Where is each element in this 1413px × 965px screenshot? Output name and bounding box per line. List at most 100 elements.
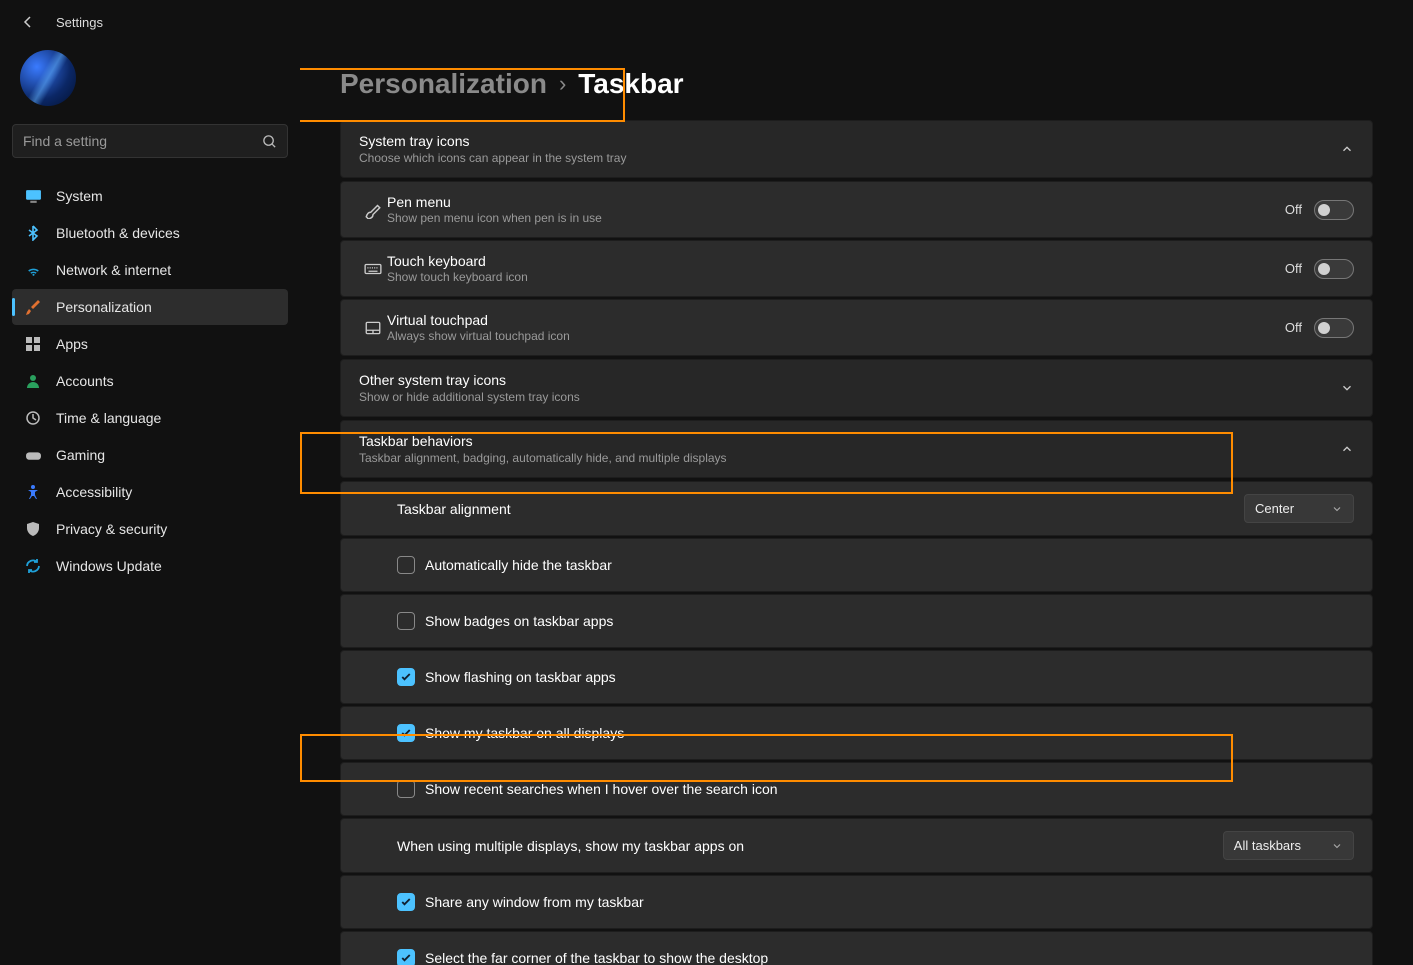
toggle-state-label: Off xyxy=(1285,261,1314,276)
alignment-dropdown[interactable]: Center xyxy=(1244,494,1354,523)
row-check: Show recent searches when I hover over t… xyxy=(340,762,1373,816)
sidebar-item-label: Privacy & security xyxy=(56,521,167,537)
setting-row: Touch keyboard Show touch keyboard icon … xyxy=(340,240,1373,297)
sidebar-item-label: System xyxy=(56,188,103,204)
toggle-switch[interactable] xyxy=(1314,259,1354,279)
chevron-down-icon xyxy=(1340,381,1354,395)
checkbox-label: Share any window from my taskbar xyxy=(415,894,1354,910)
section-subtitle: Choose which icons can appear in the sys… xyxy=(359,151,1340,165)
section-title: Other system tray icons xyxy=(359,372,1340,388)
monitor-icon xyxy=(24,187,42,205)
setting-subtitle: Show touch keyboard icon xyxy=(387,270,1285,284)
toggle-state-label: Off xyxy=(1285,202,1314,217)
sidebar-item-label: Gaming xyxy=(56,447,105,463)
sidebar-item-label: Personalization xyxy=(56,299,152,315)
section-subtitle: Taskbar alignment, badging, automaticall… xyxy=(359,451,1340,465)
sidebar-item-accessibility[interactable]: Accessibility xyxy=(12,474,288,510)
breadcrumb-parent[interactable]: Personalization xyxy=(340,68,547,100)
chevron-down-icon xyxy=(1331,840,1343,852)
setting-row: Virtual touchpad Always show virtual tou… xyxy=(340,299,1373,356)
main-content: Personalization › Taskbar System tray ic… xyxy=(300,44,1413,965)
toggle-state-label: Off xyxy=(1285,320,1314,335)
bluetooth-icon xyxy=(24,224,42,242)
checkbox[interactable] xyxy=(397,556,415,574)
accessibility-icon xyxy=(24,483,42,501)
checkbox-label: Select the far corner of the taskbar to … xyxy=(415,950,1354,965)
pen-icon xyxy=(359,201,387,219)
person-icon xyxy=(24,372,42,390)
sidebar-item-label: Time & language xyxy=(56,410,161,426)
section-title: Taskbar behaviors xyxy=(359,433,1340,449)
sidebar-item-system[interactable]: System xyxy=(12,178,288,214)
sidebar-item-label: Accessibility xyxy=(56,484,132,500)
search-input[interactable] xyxy=(23,133,262,149)
setting-subtitle: Always show virtual touchpad icon xyxy=(387,329,1285,343)
section-header-other-tray[interactable]: Other system tray icons Show or hide add… xyxy=(341,360,1372,416)
row-check: Automatically hide the taskbar xyxy=(340,538,1373,592)
sidebar: System Bluetooth & devices Network & inter… xyxy=(0,44,300,965)
checkbox[interactable] xyxy=(397,780,415,798)
checkbox[interactable] xyxy=(397,612,415,630)
breadcrumb: Personalization › Taskbar xyxy=(340,44,1373,120)
wifi-icon xyxy=(24,261,42,279)
back-button[interactable] xyxy=(20,14,36,30)
sidebar-item-label: Windows Update xyxy=(56,558,162,574)
row-multdisp: When using multiple displays, show my ta… xyxy=(340,818,1373,873)
sidebar-item-apps[interactable]: Apps xyxy=(12,326,288,362)
setting-subtitle: Show pen menu icon when pen is in use xyxy=(387,211,1285,225)
keyboard-icon xyxy=(359,260,387,278)
section-other-tray: Other system tray icons Show or hide add… xyxy=(340,359,1373,417)
checkbox[interactable] xyxy=(397,724,415,742)
setting-label: Taskbar alignment xyxy=(397,501,1244,517)
sidebar-item-network[interactable]: Network & internet xyxy=(12,252,288,288)
clock-icon xyxy=(24,409,42,427)
avatar[interactable] xyxy=(20,50,76,106)
chevron-up-icon xyxy=(1340,442,1354,456)
sidebar-item-privacy[interactable]: Privacy & security xyxy=(12,511,288,547)
section-header-behaviors[interactable]: Taskbar behaviors Taskbar alignment, bad… xyxy=(341,421,1372,477)
sync-icon xyxy=(24,557,42,575)
section-title: System tray icons xyxy=(359,133,1340,149)
row-check: Select the far corner of the taskbar to … xyxy=(340,931,1373,965)
checkbox[interactable] xyxy=(397,668,415,686)
sidebar-item-time[interactable]: Time & language xyxy=(12,400,288,436)
row-check: Show my taskbar on all displays xyxy=(340,706,1373,760)
grid-icon xyxy=(24,335,42,353)
section-header-system-tray[interactable]: System tray icons Choose which icons can… xyxy=(341,121,1372,177)
gamepad-icon xyxy=(24,446,42,464)
chevron-up-icon xyxy=(1340,142,1354,156)
row-alignment: Taskbar alignment Center xyxy=(340,481,1373,536)
setting-label: When using multiple displays, show my ta… xyxy=(397,838,1223,854)
search-icon xyxy=(262,134,277,149)
row-check: Show flashing on taskbar apps xyxy=(340,650,1373,704)
sidebar-item-bluetooth[interactable]: Bluetooth & devices xyxy=(12,215,288,251)
touchpad-icon xyxy=(359,319,387,337)
sidebar-item-label: Network & internet xyxy=(56,262,171,278)
checkbox-label: Show flashing on taskbar apps xyxy=(415,669,1354,685)
section-taskbar-behaviors: Taskbar behaviors Taskbar alignment, bad… xyxy=(340,420,1373,478)
checkbox-label: Automatically hide the taskbar xyxy=(415,557,1354,573)
sidebar-item-gaming[interactable]: Gaming xyxy=(12,437,288,473)
toggle-switch[interactable] xyxy=(1314,200,1354,220)
setting-title: Pen menu xyxy=(387,194,1285,210)
chevron-down-icon xyxy=(1331,503,1343,515)
multidisplay-dropdown[interactable]: All taskbars xyxy=(1223,831,1354,860)
search-input-wrap[interactable] xyxy=(12,124,288,158)
checkbox-label: Show recent searches when I hover over t… xyxy=(415,781,1354,797)
checkbox[interactable] xyxy=(397,949,415,965)
sidebar-item-accounts[interactable]: Accounts xyxy=(12,363,288,399)
sidebar-item-update[interactable]: Windows Update xyxy=(12,548,288,584)
section-subtitle: Show or hide additional system tray icon… xyxy=(359,390,1340,404)
checkbox-label: Show my taskbar on all displays xyxy=(415,725,1354,741)
brush-icon xyxy=(24,298,42,316)
sidebar-item-label: Apps xyxy=(56,336,88,352)
setting-row: Pen menu Show pen menu icon when pen is … xyxy=(340,181,1373,238)
shield-icon xyxy=(24,520,42,538)
sidebar-item-personalization[interactable]: Personalization xyxy=(12,289,288,325)
setting-title: Virtual touchpad xyxy=(387,312,1285,328)
checkbox[interactable] xyxy=(397,893,415,911)
app-title: Settings xyxy=(56,15,103,30)
checkbox-label: Show badges on taskbar apps xyxy=(415,613,1354,629)
toggle-switch[interactable] xyxy=(1314,318,1354,338)
breadcrumb-current: Taskbar xyxy=(578,68,683,100)
